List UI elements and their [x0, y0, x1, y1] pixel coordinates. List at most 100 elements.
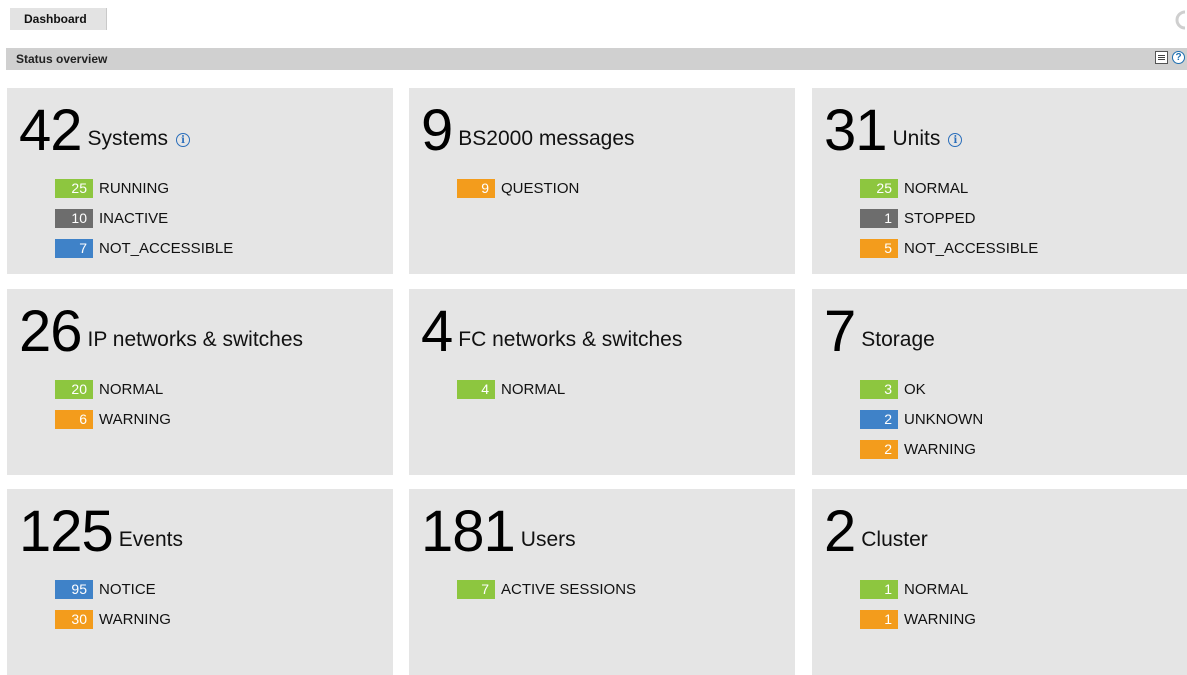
status-label: NOTICE [99, 580, 156, 598]
card-status-list: 20 NORMAL 6 WARNING [55, 378, 171, 438]
card-title: Systems [87, 127, 169, 150]
status-count-badge: 20 [55, 379, 93, 399]
card-header: 9 BS2000 messages [421, 102, 635, 160]
status-count-badge: 9 [457, 178, 495, 198]
card-header: 125 Events [19, 503, 183, 561]
card-status-list: 25 NORMAL 1 STOPPED 5 NOT_ACCESSIBLE [860, 177, 1038, 267]
card-title: Users [520, 528, 576, 551]
info-icon[interactable]: i [948, 133, 963, 147]
status-count-badge: 4 [457, 379, 495, 399]
status-label: WARNING [99, 610, 171, 628]
status-card-storage[interactable]: 7 Storage 3 OK 2 UNKNOWN 2 WARNING [812, 289, 1187, 475]
help-icon[interactable]: ? [1172, 51, 1185, 64]
status-row-warning[interactable]: 1 WARNING [860, 608, 976, 630]
status-label: NOT_ACCESSIBLE [904, 239, 1039, 257]
status-count-badge: 25 [55, 178, 93, 198]
status-row-normal[interactable]: 1 NORMAL [860, 578, 976, 600]
card-count: 42 [19, 98, 83, 163]
status-count-badge: 7 [457, 579, 495, 599]
status-count-badge: 95 [55, 579, 93, 599]
status-row-running[interactable]: 25 RUNNING [55, 177, 233, 199]
status-label: NORMAL [904, 179, 969, 197]
status-label: NORMAL [99, 380, 164, 398]
status-card-cluster[interactable]: 2 Cluster 1 NORMAL 1 WARNING [812, 489, 1187, 675]
card-title: Events [118, 528, 183, 551]
status-row-normal[interactable]: 25 NORMAL [860, 177, 1038, 199]
status-card-fc-networks-switches[interactable]: 4 FC networks & switches 4 NORMAL [409, 289, 795, 475]
tab-dashboard[interactable]: Dashboard [10, 8, 107, 30]
status-label: UNKNOWN [904, 410, 984, 428]
status-count-badge: 30 [55, 609, 93, 629]
status-count-badge: 25 [860, 178, 898, 198]
status-count-badge: 5 [860, 238, 898, 258]
status-row-not-accessible[interactable]: 7 NOT_ACCESSIBLE [55, 237, 233, 259]
status-count-badge: 10 [55, 208, 93, 228]
card-count: 26 [19, 299, 83, 364]
status-count-badge: 1 [860, 208, 898, 228]
status-row-inactive[interactable]: 10 INACTIVE [55, 207, 233, 229]
card-count: 181 [421, 499, 516, 564]
status-row-question[interactable]: 9 QUESTION [457, 177, 579, 199]
card-status-list: 4 NORMAL [457, 378, 565, 408]
status-count-badge: 6 [55, 409, 93, 429]
card-count: 31 [824, 98, 888, 163]
status-label: INACTIVE [99, 209, 169, 227]
status-row-normal[interactable]: 4 NORMAL [457, 378, 565, 400]
info-icon[interactable]: i [176, 133, 191, 147]
status-count-badge: 1 [860, 579, 898, 599]
status-card-systems[interactable]: 42 Systems i 25 RUNNING 10 INACTIVE 7 NOT_ACCESS… [7, 88, 393, 274]
status-count-badge: 3 [860, 379, 898, 399]
status-row-ok[interactable]: 3 OK [860, 378, 983, 400]
card-header: 181 Users [421, 503, 576, 561]
card-count: 7 [824, 299, 856, 364]
status-label: NORMAL [904, 580, 969, 598]
status-card-events[interactable]: 125 Events 95 NOTICE 30 WARNING [7, 489, 393, 675]
status-card-bs2000-messages[interactable]: 9 BS2000 messages 9 QUESTION [409, 88, 795, 274]
card-count: 125 [19, 499, 114, 564]
status-label: WARNING [904, 440, 976, 458]
list-view-icon[interactable] [1155, 51, 1168, 64]
card-title: IP networks & switches [87, 328, 304, 351]
status-overview-bar: Status overview ? [6, 48, 1187, 70]
status-row-active-sessions[interactable]: 7 ACTIVE SESSIONS [457, 578, 636, 600]
card-header: 2 Cluster [824, 503, 928, 561]
card-count: 2 [824, 499, 856, 564]
status-label: NORMAL [501, 380, 566, 398]
status-row-not-accessible[interactable]: 5 NOT_ACCESSIBLE [860, 237, 1038, 259]
status-overview-title: Status overview [16, 52, 108, 66]
status-row-warning[interactable]: 6 WARNING [55, 408, 171, 430]
card-title: FC networks & switches [458, 328, 683, 351]
card-status-list: 1 NORMAL 1 WARNING [860, 578, 976, 638]
card-status-list: 7 ACTIVE SESSIONS [457, 578, 636, 608]
card-header: 42 Systems i [19, 98, 191, 163]
card-header: 7 Storage [824, 303, 935, 361]
status-label: NOT_ACCESSIBLE [99, 239, 234, 257]
card-header: 31 Units i [824, 98, 963, 163]
card-status-list: 9 QUESTION [457, 177, 579, 207]
card-title: Units [892, 127, 941, 150]
status-label: STOPPED [904, 209, 976, 227]
card-title: Storage [861, 328, 935, 351]
status-count-badge: 2 [860, 409, 898, 429]
status-row-warning[interactable]: 30 WARNING [55, 608, 171, 630]
status-label: OK [904, 380, 926, 398]
status-card-units[interactable]: 31 Units i 25 NORMAL 1 STOPPED 5 NOT_ACCESSIBLE [812, 88, 1187, 274]
status-row-notice[interactable]: 95 NOTICE [55, 578, 171, 600]
card-status-list: 25 RUNNING 10 INACTIVE 7 NOT_ACCESSIBLE [55, 177, 233, 267]
card-header: 26 IP networks & switches [19, 303, 303, 361]
status-label: WARNING [904, 610, 976, 628]
status-label: RUNNING [99, 179, 169, 197]
status-count-badge: 1 [860, 609, 898, 629]
status-row-stopped[interactable]: 1 STOPPED [860, 207, 1038, 229]
status-row-normal[interactable]: 20 NORMAL [55, 378, 171, 400]
status-card-ip-networks-switches[interactable]: 26 IP networks & switches 20 NORMAL 6 WARNING [7, 289, 393, 475]
card-title: Cluster [861, 528, 928, 551]
status-row-unknown[interactable]: 2 UNKNOWN [860, 408, 983, 430]
status-card-users[interactable]: 181 Users 7 ACTIVE SESSIONS [409, 489, 795, 675]
card-status-list: 3 OK 2 UNKNOWN 2 WARNING [860, 378, 983, 468]
card-title: BS2000 messages [458, 127, 635, 150]
status-row-warning[interactable]: 2 WARNING [860, 438, 983, 460]
card-count: 4 [421, 299, 453, 364]
refresh-icon[interactable] [1173, 6, 1187, 34]
status-label: ACTIVE SESSIONS [501, 580, 637, 598]
